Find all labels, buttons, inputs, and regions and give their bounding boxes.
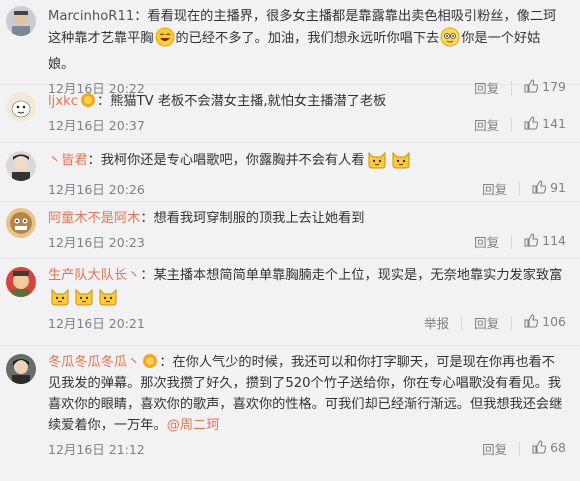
reply-button[interactable]: 回复	[474, 232, 499, 251]
timestamp: 12月16日 20:21	[48, 316, 145, 331]
like-count: 91	[550, 180, 566, 195]
avatar[interactable]	[6, 354, 36, 384]
comment-item: 丶皆君：我柯你还是专心唱歌吧，你露胸并不会有人看 12月16日 20:26 回复…	[0, 143, 580, 202]
reply-button[interactable]: 回复	[474, 313, 499, 332]
divider	[519, 441, 521, 456]
like-button[interactable]: 106	[524, 314, 566, 331]
comment-item: 冬瓜冬瓜冬瓜丶 ：在你人气少的时候，我还可以和你打字聊天，可是现在你再也看不见我发…	[0, 346, 580, 481]
timestamp: 12月16日 20:26	[48, 182, 145, 197]
comment-text: 阿童木不是阿木：想看我珂穿制服的顶我上去让她看到	[48, 208, 566, 229]
laugh-emoji-icon	[155, 27, 175, 54]
comment-item: ljxkc ：熊猫TV 老板不会潜女主播,就怕女主播潜了老板 12月16日 20:…	[0, 85, 580, 143]
thumb-up-icon	[524, 314, 539, 331]
comment-text: 丶皆君：我柯你还是专心唱歌吧，你露胸并不会有人看	[48, 149, 566, 176]
comment-list: MarcinhoR11：看看现在的主播界，很多女主播都是靠露靠出卖色相吸引粉丝，…	[0, 0, 580, 481]
comment-body: ljxkc ：熊猫TV 老板不会潜女主播,就怕女主播潜了老板 12月16日 20:…	[48, 85, 566, 135]
like-count: 106	[542, 314, 566, 329]
comment-actions: 回复 141	[474, 115, 566, 134]
comment-body: MarcinhoR11：看看现在的主播界，很多女主播都是靠露靠出卖色相吸引粉丝，…	[48, 0, 566, 98]
like-count: 114	[542, 233, 566, 248]
text-part: 熊猫TV 老板不会潜女主播,就怕女主播潜了老板	[110, 94, 387, 109]
like-button[interactable]: 68	[532, 440, 566, 457]
timestamp: 12月16日 20:37	[48, 118, 145, 133]
comment-text: MarcinhoR11：看看现在的主播界，很多女主播都是靠露靠出卖色相吸引粉丝，…	[48, 6, 566, 75]
separator: ：	[134, 9, 148, 24]
divider	[461, 315, 463, 330]
like-button[interactable]: 91	[532, 180, 566, 197]
comment-text: 生产队大队长丶：某主播本想简简单单靠胸腩走个上位，现实是，无奈地靠实力发家致富	[48, 265, 566, 286]
reply-button[interactable]: 回复	[474, 115, 499, 134]
cat-emoji-icon	[49, 286, 71, 313]
cat-emoji-icon	[97, 286, 119, 313]
text-part: 想看我珂穿制服的顶我上去让她看到	[153, 211, 365, 226]
comment-meta: 12月16日 21:12 回复 68	[48, 437, 566, 459]
username[interactable]: 阿童木不是阿木	[48, 211, 140, 226]
timestamp: 12月16日 21:12	[48, 442, 145, 457]
reply-button[interactable]: 回复	[482, 179, 507, 198]
like-count: 141	[542, 116, 566, 131]
vip-badge-icon	[81, 93, 96, 107]
vip-badge-icon	[143, 354, 158, 368]
separator: ：	[159, 355, 173, 370]
username[interactable]: ljxkc	[48, 94, 78, 109]
comment-actions: 举报 回复 106	[424, 313, 566, 332]
separator: ：	[140, 211, 154, 226]
comment-text: ljxkc ：熊猫TV 老板不会潜女主播,就怕女主播潜了老板	[48, 91, 566, 112]
comment-meta: 12月16日 20:21 举报 回复 106	[48, 311, 566, 333]
avatar[interactable]	[6, 92, 36, 122]
comment-meta: 12月16日 20:26 回复 91	[48, 177, 566, 199]
timestamp: 12月16日 20:23	[48, 235, 145, 250]
doge-emoji-icon	[440, 27, 460, 54]
cat-emoji-icon	[390, 149, 412, 176]
thumb-up-icon	[532, 180, 547, 197]
username[interactable]: 生产队大队长丶	[48, 268, 140, 283]
comment-actions: 回复 68	[482, 439, 566, 458]
divider	[511, 117, 513, 132]
avatar[interactable]	[6, 208, 36, 238]
comment-body: 冬瓜冬瓜冬瓜丶 ：在你人气少的时候，我还可以和你打字聊天，可是现在你再也看不见我发…	[48, 346, 566, 459]
comment-actions: 回复 91	[482, 179, 566, 198]
text-part: 某主播本想简简单单靠胸腩走个上位，现实是，无奈地靠实力发家致富	[153, 268, 563, 283]
comment-body: 生产队大队长丶：某主播本想简简单单靠胸腩走个上位，现实是，无奈地靠实力发家致富 …	[48, 259, 566, 333]
emoji-row	[48, 286, 566, 310]
mention-link[interactable]: @周二珂	[167, 418, 220, 433]
comment-item: MarcinhoR11：看看现在的主播界，很多女主播都是靠露靠出卖色相吸引粉丝，…	[0, 0, 580, 96]
avatar[interactable]	[6, 267, 36, 297]
avatar[interactable]	[6, 151, 36, 181]
comment-item: 阿童木不是阿木：想看我珂穿制服的顶我上去让她看到 12月16日 20:23 回复…	[0, 202, 580, 259]
thumb-up-icon	[532, 440, 547, 457]
divider	[511, 234, 513, 249]
username[interactable]: 丶皆君	[48, 153, 88, 168]
like-button[interactable]: 141	[524, 116, 566, 133]
text-part: 我柯你还是专心唱歌吧，你露胸并不会有人看	[100, 153, 365, 168]
username[interactable]: 冬瓜冬瓜冬瓜丶	[48, 355, 140, 370]
cat-emoji-icon	[73, 286, 95, 313]
comment-text: 冬瓜冬瓜冬瓜丶 ：在你人气少的时候，我还可以和你打字聊天，可是现在你再也看不见我发…	[48, 352, 566, 436]
separator: ：	[87, 153, 101, 168]
separator: ：	[140, 268, 154, 283]
comment-meta: 12月16日 20:37 回复 141	[48, 113, 566, 135]
like-button[interactable]: 114	[524, 233, 566, 250]
like-count: 68	[550, 440, 566, 455]
comment-meta: 12月16日 20:23 回复 114	[48, 230, 566, 252]
comment-body: 阿童木不是阿木：想看我珂穿制服的顶我上去让她看到 12月16日 20:23 回复…	[48, 202, 566, 252]
comment-item: 生产队大队长丶：某主播本想简简单单靠胸腩走个上位，现实是，无奈地靠实力发家致富 …	[0, 259, 580, 346]
text-part: 的已经不多了。加油，我们想永远听你唱下去	[175, 31, 440, 46]
thumb-up-icon	[524, 233, 539, 250]
divider	[511, 315, 513, 330]
divider	[519, 181, 521, 196]
username[interactable]: MarcinhoR11	[48, 9, 134, 24]
report-button[interactable]: 举报	[424, 313, 449, 332]
separator: ：	[97, 94, 111, 109]
avatar[interactable]	[6, 6, 36, 36]
thumb-up-icon	[524, 116, 539, 133]
comment-actions: 回复 114	[474, 232, 566, 251]
reply-button[interactable]: 回复	[482, 439, 507, 458]
cat-emoji-icon	[366, 149, 388, 176]
comment-body: 丶皆君：我柯你还是专心唱歌吧，你露胸并不会有人看 12月16日 20:26 回复…	[48, 143, 566, 199]
